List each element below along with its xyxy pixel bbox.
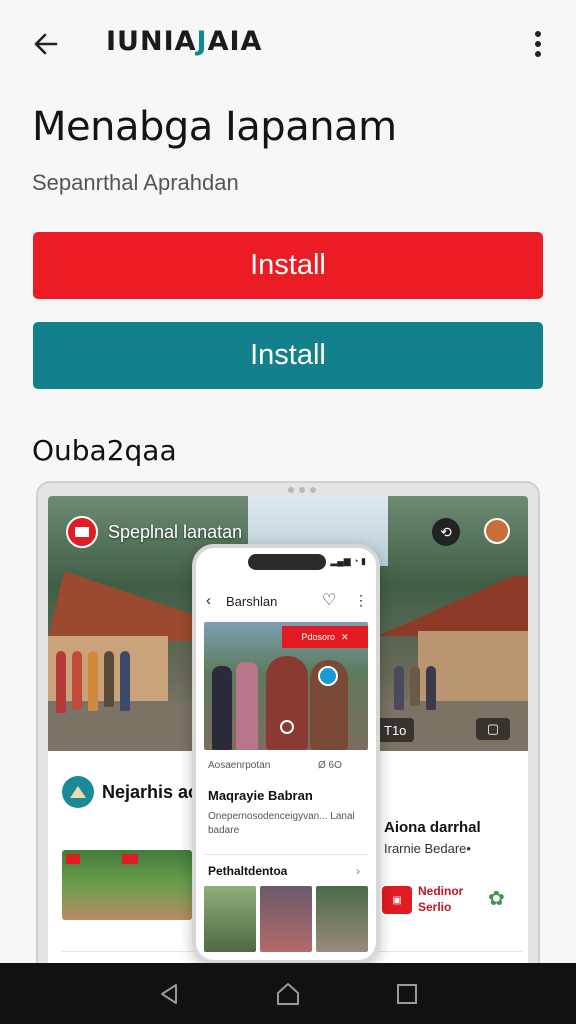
logo-text-c: AIA [207, 26, 263, 57]
heart-icon: ♡ [322, 592, 337, 609]
phone-notch [248, 554, 326, 570]
thumbnail [204, 886, 256, 952]
nav-recents-button[interactable] [393, 980, 421, 1008]
gear-icon: ✿ [488, 888, 505, 910]
tablet-right-badge-text: Nedinor Serlio [418, 884, 463, 915]
share-icon: ⟲ [432, 518, 460, 546]
tablet-right-subtitle: Irarnie Bedare• [384, 841, 471, 856]
nav-back-button[interactable] [155, 980, 183, 1008]
phone-thumbnails [204, 886, 368, 952]
thumbnail [316, 886, 368, 952]
phone-screenshot[interactable]: ▂▄▆ ◔ ▮ ‹ Barshlan ♡ ⋮ Pdosoro ✕ Aosaenr… [192, 544, 380, 964]
phone-meta-right: Ø 6O [318, 760, 342, 771]
nav-back-icon [161, 983, 178, 1004]
tablet-photo [62, 850, 192, 920]
app-logo: IUNIAJAIA [106, 26, 262, 57]
hero-pill: T1o [376, 718, 415, 742]
play-icon [280, 720, 294, 734]
phone-header: ‹ Barshlan ♡ ⋮ [196, 584, 376, 618]
phone-headline: Maqrayie Babran [208, 788, 313, 803]
close-icon: ✕ [340, 631, 349, 642]
fullscreen-icon: ▢ [476, 718, 510, 740]
install-button-secondary[interactable]: Install [33, 322, 543, 389]
tent-icon [62, 776, 94, 808]
phone-header-title: Barshlan [226, 594, 278, 609]
tablet-card-header: Nejarhis ac [62, 776, 198, 808]
verified-icon [318, 666, 338, 686]
phone-status-icons: ▂▄▆ ◔ ▮ [330, 556, 366, 566]
chevron-right-icon: › [356, 864, 360, 878]
badge-subtitle: Serlio [418, 899, 452, 914]
screenshots-section-title: Ouba2qaa [32, 434, 177, 467]
divider [204, 854, 368, 855]
tablet-camera [274, 486, 330, 494]
back-arrow-icon [34, 33, 58, 55]
red-tag-label: Pdosoro [301, 632, 335, 642]
phone-section-title: Pethaltdentoa [208, 864, 288, 878]
back-button[interactable] [28, 26, 64, 62]
phone-back-icon: ‹ [206, 592, 211, 609]
tablet-card-title: Nejarhis ac [102, 781, 199, 802]
logo-text-a: IUNIA [106, 26, 197, 57]
tablet-right-title: Aiona darrhal [384, 819, 481, 836]
news-badge-icon: ▣ [382, 886, 412, 914]
avatar [484, 518, 510, 544]
nav-home-icon [276, 982, 299, 1005]
app-subtitle: Sepanrthal Aprahdan [32, 170, 239, 195]
phone-more-icon: ⋮ [354, 592, 368, 608]
more-options-button[interactable] [522, 26, 554, 62]
phone-body: Onepernosodenceigyvan... Lanal badare [208, 811, 355, 836]
app-title: Menabga Iapanam [32, 104, 397, 150]
system-nav-bar [0, 963, 576, 1024]
phone-red-tag: Pdosoro ✕ [282, 626, 368, 648]
thumbnail [260, 886, 312, 952]
install-button-primary[interactable]: Install [33, 232, 543, 299]
app-bar: IUNIAJAIA [0, 0, 576, 88]
hero-channel-icon [66, 516, 98, 548]
logo-text-b: J [196, 26, 208, 57]
phone-article-image: Pdosoro ✕ [204, 622, 368, 750]
hero-label: Speplnal lanatan [108, 522, 243, 542]
phone-meta: Aosaenrpotan [208, 760, 271, 771]
more-vert-icon [535, 31, 541, 57]
nav-recents-icon [396, 983, 417, 1004]
badge-title: Nedinor [418, 884, 464, 898]
nav-home-button[interactable] [274, 980, 302, 1008]
